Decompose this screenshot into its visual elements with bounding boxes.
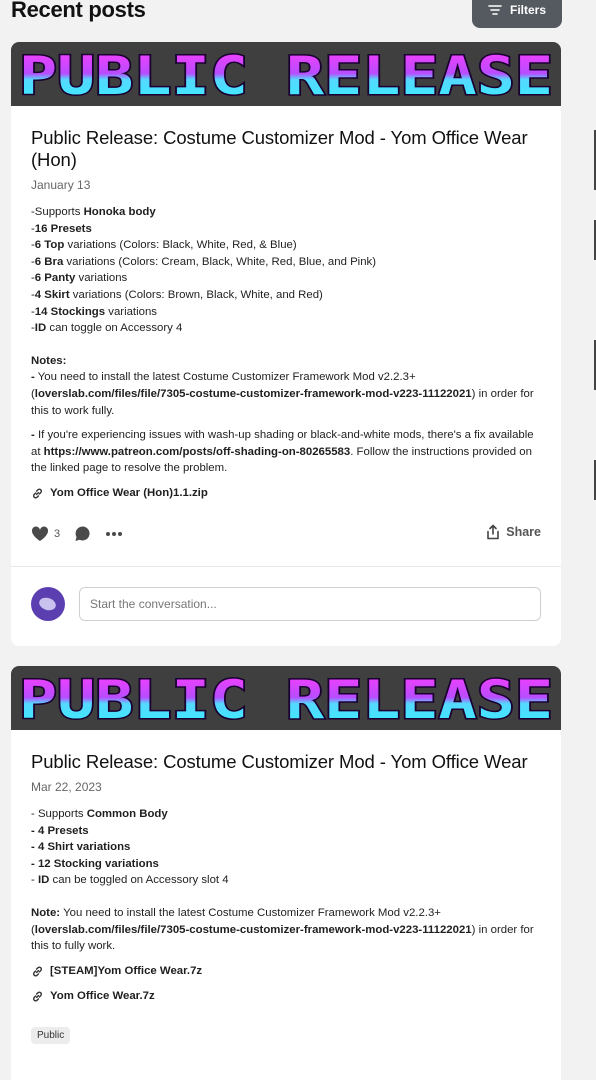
tag-badge[interactable]: Public (31, 1026, 71, 1044)
comment-row (31, 586, 541, 621)
comment-input[interactable] (79, 586, 541, 621)
note: Note: You need to install the latest Cos… (31, 906, 534, 953)
banner-text: PUBLIC RELEASE (19, 46, 553, 106)
link-icon (33, 966, 42, 977)
filters-label: Filters (509, 3, 546, 17)
filter-icon (488, 5, 502, 15)
post-actions: 3 Share (31, 524, 541, 544)
content-line: - ID can be toggled on Accessory slot 4 (31, 874, 229, 887)
post-banner[interactable]: PUBLIC RELEASE (11, 666, 561, 730)
post-card: PUBLIC RELEASE Public Release: Costume C… (11, 42, 561, 646)
share-icon (487, 524, 500, 540)
content-line: - 4 Presets (31, 824, 89, 837)
content-line: -14 Stockings variations (31, 305, 157, 318)
divider (11, 565, 561, 567)
share-label: Share (506, 524, 541, 539)
post-card: PUBLIC RELEASE Public Release: Costume C… (11, 666, 561, 1080)
content-line: -6 Bra variations (Colors: Cream, Black,… (31, 255, 377, 268)
page-title: Recent posts (11, 0, 146, 22)
content-line: - 4 Shirt variations (31, 841, 131, 854)
more-icon[interactable] (105, 531, 123, 537)
content-line: -ID can toggle on Accessory 4 (31, 322, 183, 335)
attachment-link[interactable]: Yom Office Wear (Hon)1.1.zip (31, 487, 541, 500)
post-date[interactable]: January 13 (31, 178, 541, 192)
attachment-name: Yom Office Wear.7z (50, 990, 155, 1003)
note-2: - If you're experiencing issues with was… (31, 429, 534, 475)
note-2-link[interactable]: https://www.patreon.com/posts/off-shadin… (44, 446, 351, 458)
post-content: -Supports Honoka body -16 Presets -6 Top… (31, 204, 541, 477)
post-banner[interactable]: PUBLIC RELEASE (11, 42, 561, 106)
content-line: - 12 Stocking variations (31, 857, 159, 870)
content-line: - Supports Common Body (31, 808, 168, 820)
comment-icon[interactable] (74, 525, 91, 542)
post-date[interactable]: Mar 22, 2023 (31, 780, 541, 794)
like-count: 3 (54, 527, 61, 540)
post-content: - Supports Common Body - 4 Presets - 4 S… (31, 806, 541, 955)
page-header: Recent posts Filters (0, 0, 596, 34)
link-icon (33, 488, 42, 499)
content-line: -16 Presets (31, 222, 92, 235)
attachment-link[interactable]: [STEAM]Yom Office Wear.7z (31, 965, 541, 978)
banner-text: PUBLIC RELEASE (19, 670, 553, 730)
content-line: -4 Skirt variations (Colors: Brown, Blac… (31, 288, 323, 301)
content-line: -Supports Honoka body (31, 206, 156, 218)
note-1-link[interactable]: loverslab.com/files/file/7305-costume-cu… (35, 388, 472, 400)
banner-image: PUBLIC RELEASE (18, 45, 555, 107)
attachment-name: Yom Office Wear (Hon)1.1.zip (50, 487, 208, 500)
content-line: -6 Panty variations (31, 272, 128, 285)
share-button[interactable]: Share (486, 524, 541, 540)
notes-heading: Notes: (31, 354, 67, 367)
banner-image: PUBLIC RELEASE (18, 669, 555, 731)
heart-icon (31, 526, 49, 541)
post-title[interactable]: Public Release: Costume Customizer Mod -… (31, 127, 541, 171)
avatar[interactable] (31, 586, 65, 621)
filters-button[interactable]: Filters (472, 0, 562, 28)
attachment-name: [STEAM]Yom Office Wear.7z (50, 965, 203, 978)
content-line: -6 Top variations (Colors: Black, White,… (31, 239, 297, 252)
note-link[interactable]: loverslab.com/files/file/7305-costume-cu… (35, 924, 472, 936)
post-title[interactable]: Public Release: Costume Customizer Mod -… (31, 751, 541, 773)
note-1: - You need to install the latest Costume… (31, 371, 534, 417)
scroll-edge-marks (592, 0, 596, 1080)
link-icon (33, 991, 42, 1002)
attachment-link[interactable]: Yom Office Wear.7z (31, 990, 541, 1003)
like-button[interactable]: 3 (31, 526, 60, 542)
